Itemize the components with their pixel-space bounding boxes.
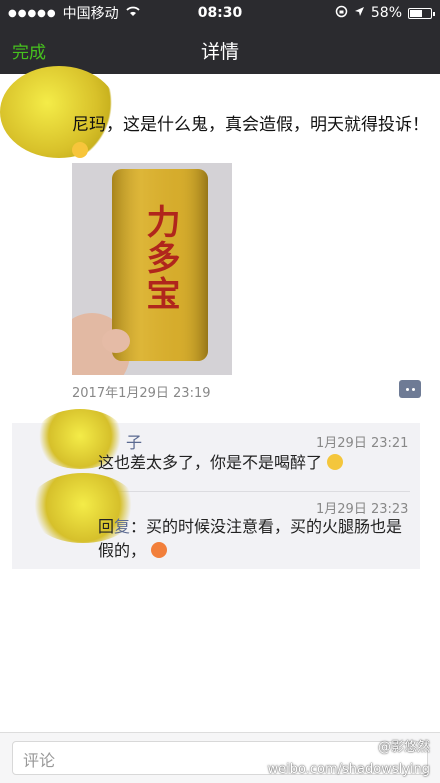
comment-2-text: 回复：买的时候没注意看，买的火腿肠也是假的， bbox=[98, 515, 412, 563]
can-label: 力多宝 bbox=[140, 204, 180, 312]
signal-icon: ●●●●● bbox=[8, 7, 57, 19]
comment-2-text-content: ：买的时候没注意看，买的火腿肠也是假的， bbox=[98, 517, 403, 560]
battery-percent: 58% bbox=[370, 5, 402, 21]
watermark-url: weibo.com/shadowslying bbox=[267, 762, 431, 777]
comment-1-time: 1月29日 23:21 bbox=[316, 436, 409, 451]
wifi-icon bbox=[125, 5, 141, 21]
status-left: ●●●●● 中国移动 bbox=[8, 3, 335, 23]
post-text-content: 尼玛，这是什么鬼，真会造假，明天就得投诉！ bbox=[72, 115, 429, 135]
carrier-label: 中国移动 bbox=[62, 6, 119, 22]
reply-to-name[interactable]: 复 bbox=[114, 517, 130, 536]
battery-fill bbox=[410, 9, 422, 17]
post-timestamp: 2017年1月29日 23:19 bbox=[72, 386, 211, 401]
post-text: 尼玛，这是什么鬼，真会造假，明天就得投诉！ bbox=[72, 112, 432, 164]
comment-action-icon[interactable] bbox=[399, 380, 421, 398]
status-right: 58% bbox=[335, 5, 435, 22]
post-photo[interactable]: 力多宝 bbox=[72, 163, 232, 375]
comment-1-text: 这也差太多了，你是不是喝醉了 bbox=[98, 451, 344, 475]
reply-label: 回 bbox=[98, 517, 115, 536]
status-bar: ●●●●● 中国移动 08:30 58% bbox=[0, 0, 440, 26]
battery-icon bbox=[408, 7, 435, 19]
can-photo-illustration: 力多宝 bbox=[72, 163, 232, 375]
done-button[interactable]: 完成 bbox=[12, 38, 46, 63]
emoji-tongue-icon bbox=[72, 142, 88, 158]
comment-1-text-content: 这也差太多了，你是不是喝醉了 bbox=[98, 453, 323, 472]
page-title: 详情 bbox=[200, 40, 239, 63]
comment-divider bbox=[92, 491, 410, 492]
location-icon bbox=[354, 5, 365, 21]
emoji-dizzy-icon bbox=[327, 454, 344, 470]
watermark-handle: @影悠然 bbox=[377, 740, 430, 755]
emoji-angry-icon bbox=[151, 542, 168, 558]
rotation-lock-icon bbox=[335, 5, 348, 22]
comments-panel: 子 1月29日 23:21 这也差太多了，你是不是喝醉了 1月29日 23:23… bbox=[12, 409, 420, 569]
